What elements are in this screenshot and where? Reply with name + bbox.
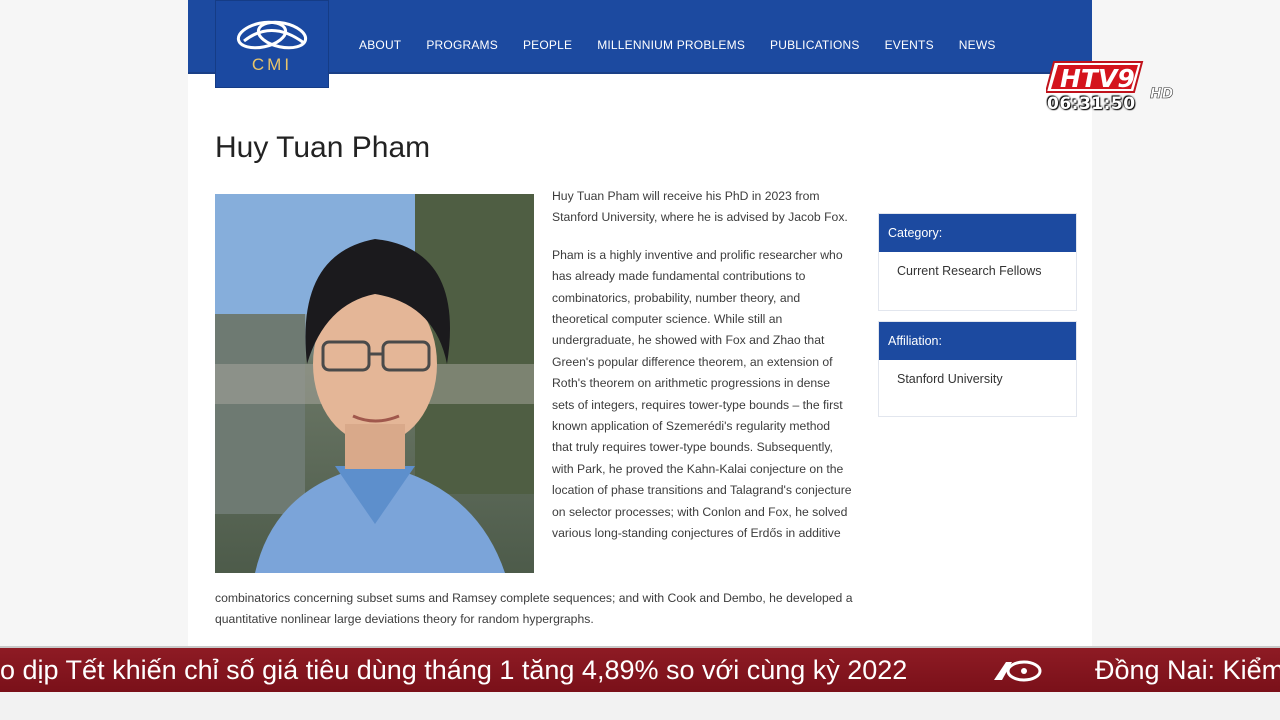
nav-about[interactable]: ABOUT [359, 38, 401, 52]
screen-bottom-strip [0, 692, 1280, 720]
page-title: Huy Tuan Pham [215, 131, 431, 164]
htv-ticker-icon [994, 660, 1042, 682]
cmi-logo[interactable]: CMI [215, 0, 329, 88]
nav-millennium-problems[interactable]: MILLENNIUM PROBLEMS [597, 38, 745, 52]
category-heading: Category: [879, 214, 1076, 252]
cmi-knot-icon [236, 20, 308, 50]
broadcast-clock: 06:31:50 [1047, 94, 1136, 114]
category-value[interactable]: Current Research Fellows [879, 252, 1076, 278]
affiliation-heading: Affiliation: [879, 322, 1076, 360]
affiliation-value[interactable]: Stanford University [879, 360, 1076, 386]
portrait-photo [215, 194, 534, 573]
nav-news[interactable]: NEWS [959, 38, 996, 52]
page: CMI ABOUT PROGRAMS PEOPLE MILLENNIUM PRO… [0, 0, 1280, 720]
bio-text: Huy Tuan Pham will receive his PhD in 20… [552, 186, 852, 561]
ticker-headline-next: Đồng Nai: Kiểm [1095, 655, 1280, 685]
bio-paragraph-continued: combinatorics concerning subset sums and… [215, 591, 853, 627]
logo-text: CMI [251, 55, 293, 74]
svg-text:HTV9: HTV9 [1060, 64, 1135, 93]
nav-publications[interactable]: PUBLICATIONS [770, 38, 860, 52]
bio-paragraph: Pham is a highly inventive and prolific … [552, 247, 852, 541]
nav-programs[interactable]: PROGRAMS [426, 38, 498, 52]
affiliation-box: Affiliation: Stanford University [878, 321, 1077, 417]
main-nav: ABOUT PROGRAMS PEOPLE MILLENNIUM PROBLEM… [359, 38, 1021, 52]
ticker-headline: o dịp Tết khiến chỉ số giá tiêu dùng thá… [0, 655, 908, 685]
nav-people[interactable]: PEOPLE [523, 38, 572, 52]
bio-paragraph: Huy Tuan Pham will receive his PhD in 20… [552, 189, 848, 225]
nav-events[interactable]: EVENTS [885, 38, 934, 52]
svg-text:HD: HD [1150, 86, 1173, 102]
category-box: Category: Current Research Fellows [878, 213, 1077, 311]
